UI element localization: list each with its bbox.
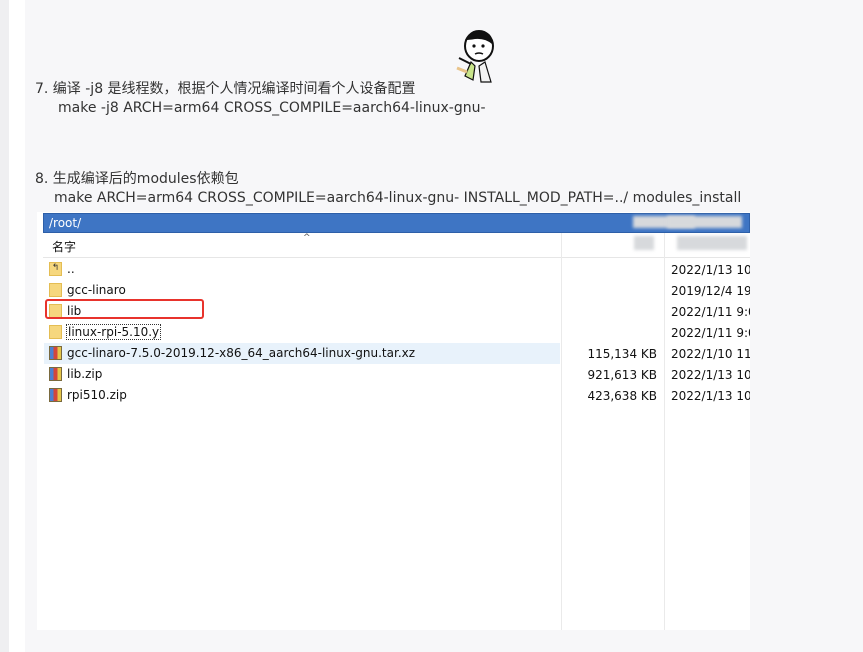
archive-icon bbox=[49, 346, 62, 360]
step-8-title: 8. 生成编译后的modules依赖包 bbox=[35, 171, 239, 187]
column-header-name[interactable]: 名字 bbox=[52, 238, 76, 255]
step-8-command: make ARCH=arm64 CROSS_COMPILE=aarch64-li… bbox=[54, 190, 742, 206]
file-row[interactable]: ↰ .. bbox=[44, 259, 560, 280]
file-name: linux-rpi-5.10.y bbox=[66, 324, 162, 340]
file-row-selected[interactable]: gcc-linaro-7.5.0-2019.12-x86_64_aarch64-… bbox=[44, 343, 560, 364]
file-row[interactable]: gcc-linaro bbox=[44, 280, 560, 301]
parent-folder-icon: ↰ bbox=[49, 262, 62, 276]
step-7-command: make -j8 ARCH=arm64 CROSS_COMPILE=aarch6… bbox=[58, 100, 486, 116]
blurred-region bbox=[667, 216, 742, 228]
file-row[interactable]: rpi510.zip bbox=[44, 385, 560, 406]
file-name: rpi510.zip bbox=[67, 388, 127, 402]
file-name: lib.zip bbox=[67, 367, 103, 381]
file-size: 921,613 KB bbox=[587, 368, 657, 382]
column-divider bbox=[561, 233, 562, 630]
step-7-title: 7. 编译 -j8 是线程数，根据个人情况编译时间看个人设备配置 bbox=[35, 81, 416, 97]
column-header-row: 名字 ^ bbox=[43, 233, 750, 258]
file-row[interactable]: lib.zip bbox=[44, 364, 560, 385]
file-date: 2022/1/13 10: bbox=[671, 263, 750, 277]
left-margin-strip bbox=[0, 0, 9, 652]
file-date: 2019/12/4 19: bbox=[671, 284, 750, 298]
red-highlight-box bbox=[45, 299, 204, 319]
file-name: .. bbox=[67, 262, 75, 276]
file-manager-screenshot: /root/ 名字 ^ ↰ .. 2022/1/13 10: gcc-linar… bbox=[37, 212, 750, 630]
archive-icon bbox=[49, 367, 62, 381]
path-text: /root/ bbox=[49, 216, 82, 230]
column-divider bbox=[664, 233, 665, 630]
file-date: 2022/1/13 10: bbox=[671, 368, 750, 382]
file-name: gcc-linaro-7.5.0-2019.12-x86_64_aarch64-… bbox=[67, 346, 416, 360]
sort-ascending-icon: ^ bbox=[303, 233, 311, 243]
file-date: 2022/1/13 10: bbox=[671, 389, 750, 403]
file-date: 2022/1/11 9:0 bbox=[671, 326, 750, 340]
file-date: 2022/1/10 11: bbox=[671, 347, 750, 361]
file-date: 2022/1/11 9:0 bbox=[671, 305, 750, 319]
archive-icon bbox=[49, 388, 62, 402]
file-size: 423,638 KB bbox=[587, 389, 657, 403]
file-row[interactable]: linux-rpi-5.10.y bbox=[44, 322, 560, 343]
file-size: 115,134 KB bbox=[587, 347, 657, 361]
folder-icon bbox=[49, 325, 62, 339]
meme-sticker-image bbox=[445, 24, 513, 91]
file-name: gcc-linaro bbox=[67, 283, 126, 297]
folder-icon bbox=[49, 283, 62, 297]
